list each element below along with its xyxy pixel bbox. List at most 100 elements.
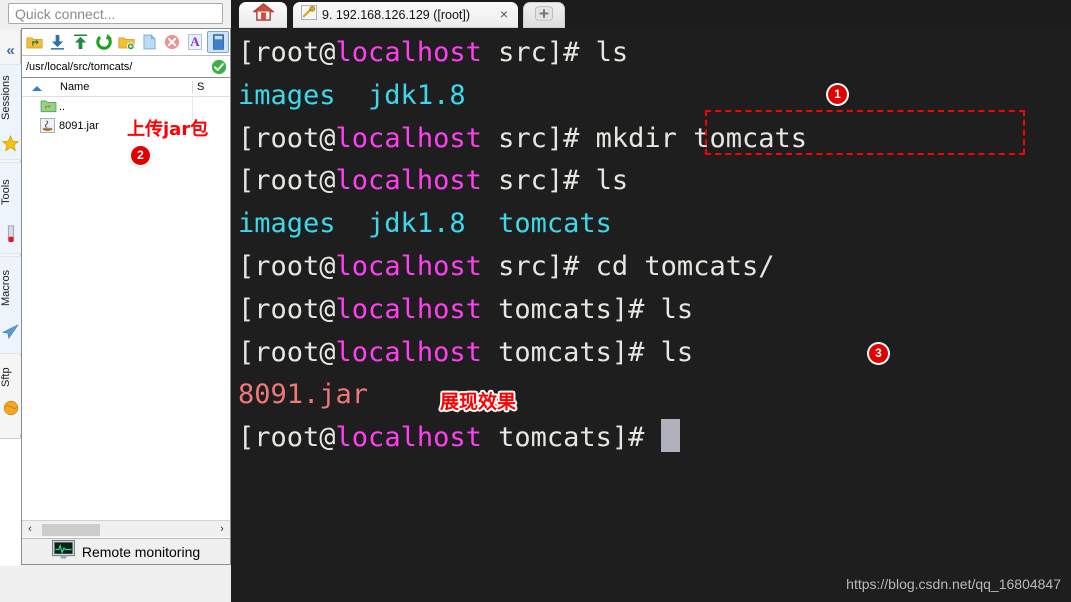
scroll-left-button[interactable]: ‹ — [22, 522, 38, 537]
sidebar-item-tools[interactable]: Tools — [0, 162, 21, 254]
terminal-output[interactable]: [root@localhost src]# ls images jdk1.8 [ro… — [231, 28, 1071, 602]
path-bar[interactable]: /usr/local/src/tomcats/ — [22, 56, 230, 78]
paper-plane-icon — [0, 323, 21, 345]
new-file-icon[interactable] — [138, 31, 160, 53]
terminal-lines: [root@localhost src]# ls images jdk1.8 [ro… — [238, 32, 1071, 460]
terminal-text: [root@ — [238, 165, 336, 197]
column-header-name[interactable]: Name — [22, 81, 192, 93]
terminal-text: mkdir tomcats — [595, 122, 807, 154]
column-header-name-label: Name — [60, 81, 90, 93]
terminal-text: tomcats — [498, 208, 612, 240]
drive-icon[interactable] — [207, 31, 230, 53]
terminal-line: 8091.jar — [238, 374, 1071, 417]
terminal-text: localhost — [335, 422, 482, 454]
tab-strip: 9. 192.168.126.129 ([root]) × — [231, 0, 1071, 28]
tab-home[interactable] — [239, 2, 287, 28]
file-list-header: Name S — [22, 78, 230, 97]
terminal-text: jdk1.8 — [368, 79, 466, 111]
home-icon — [251, 3, 275, 27]
parent-folder-icon[interactable] — [24, 31, 46, 53]
terminal-text: localhost — [335, 37, 482, 68]
remote-monitoring-button[interactable]: Remote monitoring — [22, 538, 230, 564]
file-name-cell: .. — [22, 99, 192, 114]
delete-icon[interactable] — [161, 31, 183, 53]
refresh-icon[interactable] — [93, 31, 115, 53]
tools-icon — [0, 225, 21, 247]
star-icon — [0, 135, 21, 157]
terminal-line: [root@localhost src]# cd tomcats/ — [238, 246, 1071, 289]
terminal-line: [root@localhost src]# ls — [238, 32, 1071, 75]
sidebar-item-sessions[interactable]: Sessions — [0, 64, 21, 160]
path-input[interactable]: /usr/local/src/tomcats/ — [22, 61, 208, 73]
scroll-right-button[interactable]: › — [214, 522, 230, 537]
terminal-text: images — [238, 79, 369, 111]
list-item[interactable]: .. — [22, 97, 230, 116]
upload-icon[interactable] — [70, 31, 92, 53]
file-name-label: 8091.jar — [59, 119, 99, 132]
jar-file-icon — [40, 118, 57, 133]
terminal-text: cd tomcats/ — [595, 250, 775, 282]
terminal-text: src]# — [481, 165, 596, 197]
tab-session[interactable]: 9. 192.168.126.129 ([root]) × — [293, 2, 518, 28]
sidebar-item-macros[interactable]: Macros — [0, 256, 21, 354]
horizontal-scrollbar[interactable]: ‹ › — [22, 520, 230, 537]
terminal-text: jdk1.8 — [368, 208, 499, 240]
terminal-text: ls — [660, 293, 694, 325]
terminal-text: tomcats]# — [481, 293, 661, 325]
file-browser-toolbar: A — [22, 29, 230, 56]
terminal-line: [root@localhost tomcats]# ls — [238, 332, 1071, 375]
terminal-text: [root@ — [238, 422, 336, 454]
terminal-text: tomcats]# — [481, 422, 661, 454]
file-name-label: .. — [59, 100, 66, 113]
terminal-text: ls — [595, 37, 629, 68]
globe-icon — [0, 400, 21, 422]
terminal-text: [root@ — [238, 336, 336, 368]
download-icon[interactable] — [47, 31, 69, 53]
vertical-sidebar: « Sessions Tools Macros Sftp — [0, 30, 21, 566]
path-ok-icon — [208, 57, 230, 77]
parent-folder-icon — [40, 99, 57, 114]
new-tab-button[interactable] — [523, 2, 565, 28]
left-panel: « Sessions Tools — [0, 0, 231, 602]
remote-monitoring-label: Remote monitoring — [81, 543, 201, 560]
terminal-text: localhost — [335, 122, 482, 154]
terminal-text: localhost — [335, 165, 482, 197]
sidebar-item-sftp-label: Sftp — [0, 367, 12, 387]
scrollbar-track[interactable] — [38, 522, 214, 537]
collapse-sidebar-button[interactable]: « — [2, 42, 19, 60]
terminal-line: images jdk1.8 — [238, 75, 1071, 118]
terminal-text: localhost — [335, 336, 482, 368]
terminal-text: tomcats]# — [481, 336, 661, 368]
column-header-size[interactable]: S — [192, 81, 230, 93]
terminal-line: [root@localhost tomcats]# — [238, 417, 1071, 460]
terminal-text: [root@ — [238, 122, 336, 154]
annotation-upload-jar: 上传jar包 — [127, 119, 209, 140]
sidebar-item-tools-label: Tools — [0, 179, 12, 205]
terminal-line: [root@localhost tomcats]# ls — [238, 289, 1071, 332]
remote-terminal-app: « Sessions Tools — [0, 0, 1071, 602]
terminal-pane: 9. 192.168.126.129 ([root]) × [root@loca… — [231, 0, 1071, 602]
new-folder-icon[interactable] — [116, 31, 138, 53]
rename-icon[interactable]: A — [184, 31, 206, 53]
close-icon[interactable]: × — [500, 7, 508, 21]
terminal-text: localhost — [335, 250, 482, 282]
sftp-file-browser: A /usr/local/src/tomcats/ Name S .. 8091… — [21, 28, 231, 565]
terminal-line: [root@localhost src]# ls — [238, 160, 1071, 203]
annotation-badge-1: 1 — [828, 85, 847, 104]
sidebar-item-sftp[interactable]: Sftp — [0, 356, 21, 434]
plus-icon — [535, 5, 553, 26]
tab-session-label: 9. 192.168.126.129 ([root]) — [322, 8, 471, 22]
terminal-cursor — [660, 419, 680, 453]
terminal-text: ls — [595, 165, 629, 197]
file-list: .. 8091.jar — [22, 97, 230, 524]
sort-ascending-icon — [32, 86, 42, 91]
quick-connect-input[interactable] — [8, 3, 223, 24]
terminal-text: src]# — [481, 37, 596, 68]
terminal-text: images — [238, 208, 369, 240]
terminal-text: 8091.jar — [238, 379, 369, 411]
terminal-text: [root@ — [238, 250, 336, 282]
scrollbar-thumb[interactable] — [42, 523, 100, 536]
terminal-text: [root@ — [238, 37, 336, 68]
annotation-badge-3: 3 — [869, 344, 888, 363]
sidebar-blank-area — [0, 438, 21, 566]
